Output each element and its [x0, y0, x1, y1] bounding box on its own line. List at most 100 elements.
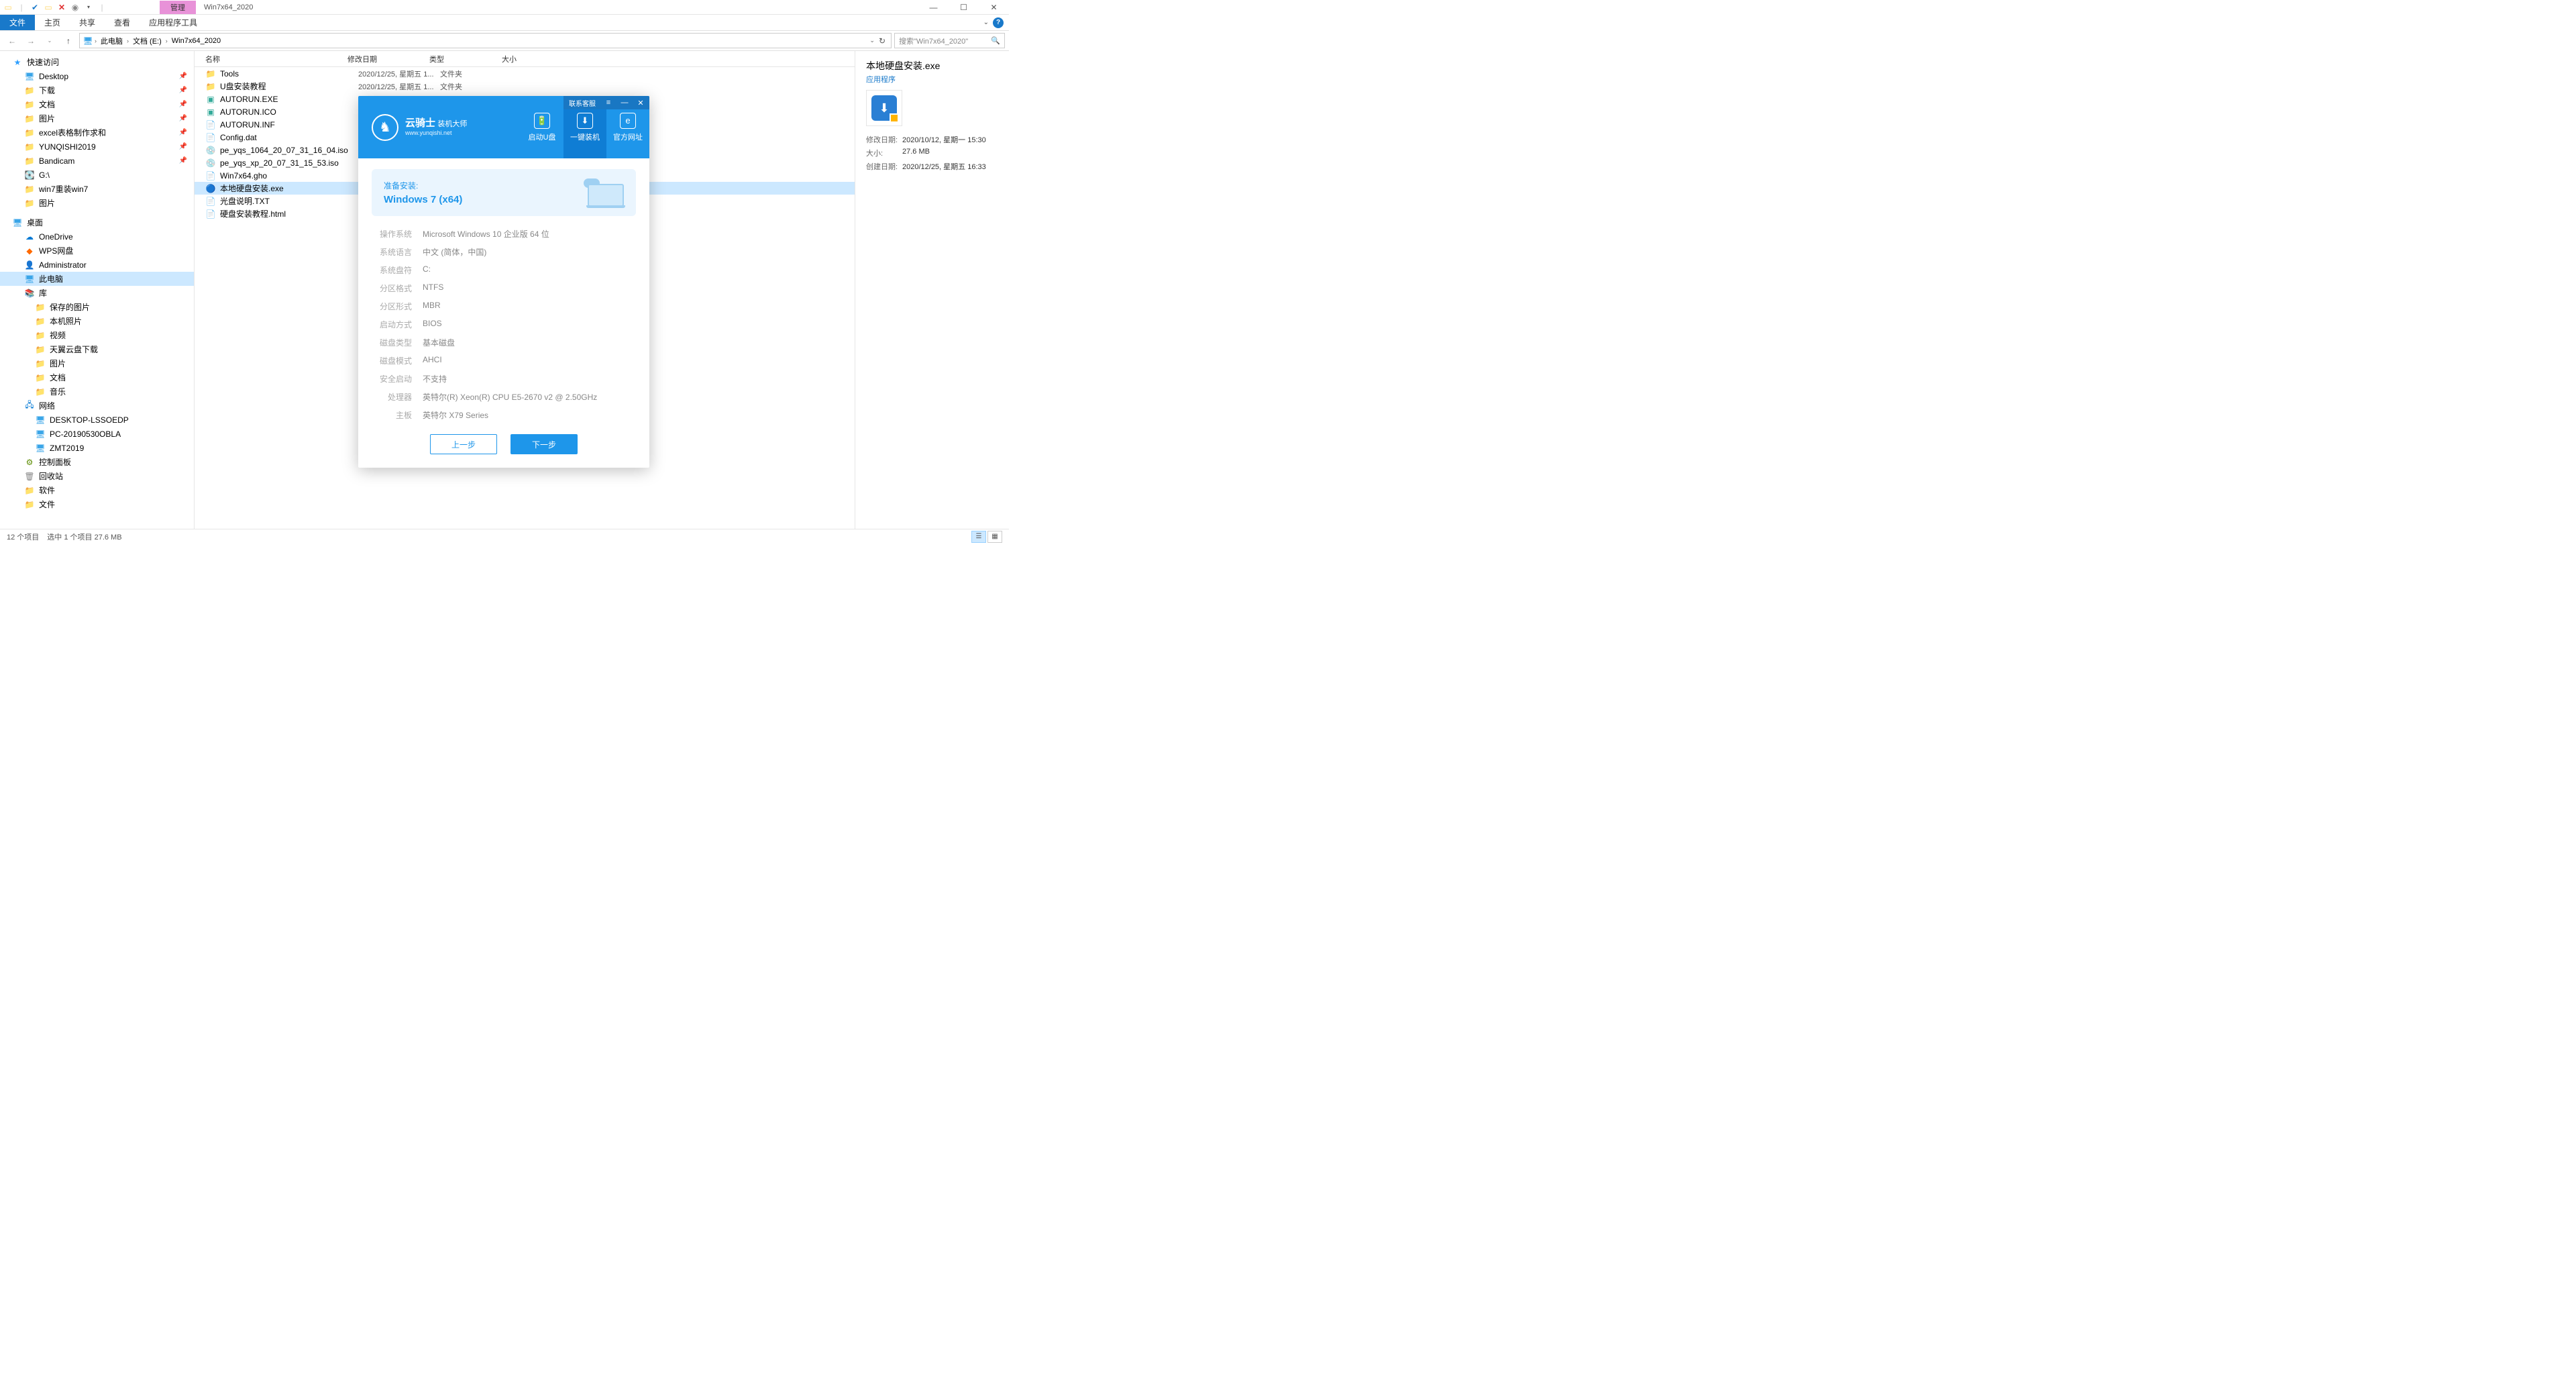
tab-label: 启动U盘: [529, 132, 556, 142]
sidebar-item[interactable]: 🖥Desktop📌: [0, 69, 194, 83]
col-date[interactable]: 修改日期: [347, 54, 429, 64]
sidebar-item[interactable]: 📁图片: [0, 356, 194, 370]
quick-access-header[interactable]: ★ 快速访问: [0, 55, 194, 69]
folder-icon: 📁: [35, 330, 46, 341]
chevron-right-icon[interactable]: ›: [95, 38, 97, 44]
installer-tab[interactable]: 🔋启动U盘: [521, 96, 564, 158]
refresh-icon[interactable]: ↻: [876, 36, 888, 46]
sidebar-item[interactable]: 🖥ZMT2019: [0, 441, 194, 455]
check-icon[interactable]: ✔: [30, 2, 40, 13]
tab-home[interactable]: 主页: [35, 15, 70, 30]
next-button[interactable]: 下一步: [511, 434, 578, 454]
crumb-pc[interactable]: 此电脑: [98, 34, 125, 48]
dropdown-icon[interactable]: ▾: [83, 2, 94, 13]
sidebar-item-label: OneDrive: [39, 232, 73, 242]
contact-support[interactable]: 联系客服: [565, 98, 600, 108]
file-row[interactable]: 📁Tools2020/12/25, 星期五 1...文件夹: [195, 67, 855, 80]
sidebar-item[interactable]: 📁Bandicam📌: [0, 154, 194, 168]
sidebar-item[interactable]: 📁图片📌: [0, 111, 194, 125]
pin-icon: 📌: [179, 101, 187, 108]
sidebar-item[interactable]: 📁保存的图片: [0, 300, 194, 314]
breadcrumb[interactable]: 🖥 › 此电脑 › 文档 (E:) › Win7x64_2020 ⌄ ↻: [79, 33, 892, 48]
back-button[interactable]: ←: [4, 33, 20, 49]
manage-context-tab[interactable]: 管理: [160, 1, 196, 14]
sidebar-item[interactable]: 📁音乐: [0, 384, 194, 399]
search-placeholder: 搜索"Win7x64_2020": [899, 36, 968, 46]
files-item[interactable]: 📁 文件: [0, 497, 194, 511]
icons-view-button[interactable]: ▦: [987, 531, 1002, 543]
window-title: Win7x64_2020: [204, 3, 253, 11]
sidebar-item[interactable]: 📁本机照片: [0, 314, 194, 328]
folder-icon: 📁: [24, 156, 35, 166]
sidebar-item[interactable]: 📁 视频: [0, 328, 194, 342]
folder-icon: 📁: [24, 485, 35, 496]
navigation-pane[interactable]: ★ 快速访问 🖥Desktop📌📁下载📌📁文档📌📁图片📌📁excel表格制作求和…: [0, 51, 195, 529]
installer-body: 准备安装: Windows 7 (x64) 操作系统Microsoft Wind…: [358, 158, 649, 468]
tab-share[interactable]: 共享: [70, 15, 105, 30]
up-button[interactable]: ↑: [60, 33, 76, 49]
minimize-icon[interactable]: —: [617, 97, 632, 109]
file-row[interactable]: 📁U盘安装教程2020/12/25, 星期五 1...文件夹: [195, 80, 855, 93]
item-count: 12 个项目: [7, 531, 39, 542]
sidebar-item[interactable]: 🖥DESKTOP-LSSOEDP: [0, 413, 194, 427]
disk-icon[interactable]: ◉: [70, 2, 80, 13]
sidebar-item[interactable]: 👤Administrator: [0, 258, 194, 272]
col-type[interactable]: 类型: [429, 54, 502, 64]
sidebar-item[interactable]: 📚库: [0, 286, 194, 300]
sidebar-item[interactable]: ☁OneDrive: [0, 229, 194, 244]
folder-small-icon[interactable]: ▭: [43, 2, 54, 13]
network-item[interactable]: 🖧 网络: [0, 399, 194, 413]
crumb-drive[interactable]: 文档 (E:): [130, 34, 164, 48]
sidebar-item-label: 保存的图片: [50, 301, 90, 313]
sidebar-item[interactable]: 📁YUNQISHI2019📌: [0, 140, 194, 154]
maximize-button[interactable]: ☐: [949, 0, 979, 15]
sidebar-item[interactable]: 🖥此电脑: [0, 272, 194, 286]
sidebar-item[interactable]: 📁文档: [0, 370, 194, 384]
sidebar-item[interactable]: 📁excel表格制作求和📌: [0, 125, 194, 140]
desktop-header[interactable]: 🖥 桌面: [0, 215, 194, 229]
col-name[interactable]: 名称: [195, 54, 347, 64]
sidebar-item-label: 视频: [50, 329, 66, 341]
info-value: 不支持: [423, 373, 447, 384]
file-name: U盘安装教程: [220, 81, 358, 92]
menu-icon[interactable]: ≡: [601, 97, 616, 109]
expand-ribbon-icon[interactable]: ⌄: [983, 19, 989, 26]
close-icon[interactable]: ✕: [633, 97, 648, 109]
search-input[interactable]: 搜索"Win7x64_2020" 🔍: [894, 33, 1005, 48]
sidebar-item-label: ZMT2019: [50, 444, 84, 453]
file-name: pe_yqs_1064_20_07_31_16_04.iso: [220, 146, 358, 155]
chevron-right-icon[interactable]: ›: [166, 38, 168, 44]
close-button[interactable]: ✕: [979, 0, 1009, 15]
crumb-folder[interactable]: Win7x64_2020: [169, 36, 223, 46]
file-type: 文件夹: [440, 68, 513, 79]
help-icon[interactable]: ?: [993, 17, 1004, 28]
sidebar-item[interactable]: 📁文档📌: [0, 97, 194, 111]
sidebar-item[interactable]: 📁下载📌: [0, 83, 194, 97]
col-size[interactable]: 大小: [502, 54, 569, 64]
exe-icon: ▣: [205, 94, 216, 105]
sidebar-item[interactable]: 📁win7重装win7: [0, 182, 194, 196]
close-red-icon[interactable]: ✕: [56, 2, 67, 13]
sidebar-item-label: win7重装win7: [39, 183, 88, 195]
details-view-button[interactable]: ☰: [971, 531, 986, 543]
sidebar-item[interactable]: 💽G:\: [0, 168, 194, 182]
chevron-right-icon[interactable]: ›: [127, 38, 129, 44]
recent-dropdown[interactable]: ⌄: [42, 33, 58, 49]
minimize-button[interactable]: —: [918, 0, 949, 15]
forward-button[interactable]: →: [23, 33, 39, 49]
sidebar-item[interactable]: ◆WPS网盘: [0, 244, 194, 258]
control-panel-item[interactable]: ⚙ 控制面板: [0, 455, 194, 469]
sidebar-item-label: 下载: [39, 85, 55, 96]
search-icon[interactable]: 🔍: [991, 36, 1000, 45]
sidebar-item[interactable]: 📁图片: [0, 196, 194, 210]
software-item[interactable]: 📁 软件: [0, 483, 194, 497]
file-tab[interactable]: 文件: [0, 15, 35, 30]
recycle-item[interactable]: 🗑 回收站: [0, 469, 194, 483]
refresh-dropdown-icon[interactable]: ⌄: [869, 37, 875, 44]
tab-app-tools[interactable]: 应用程序工具: [140, 15, 207, 30]
prev-button[interactable]: 上一步: [430, 434, 497, 454]
tab-view[interactable]: 查看: [105, 15, 140, 30]
iso-icon: 💿: [205, 158, 216, 168]
sidebar-item[interactable]: 🖥PC-20190530OBLA: [0, 427, 194, 441]
sidebar-item[interactable]: 📁天翼云盘下载: [0, 342, 194, 356]
